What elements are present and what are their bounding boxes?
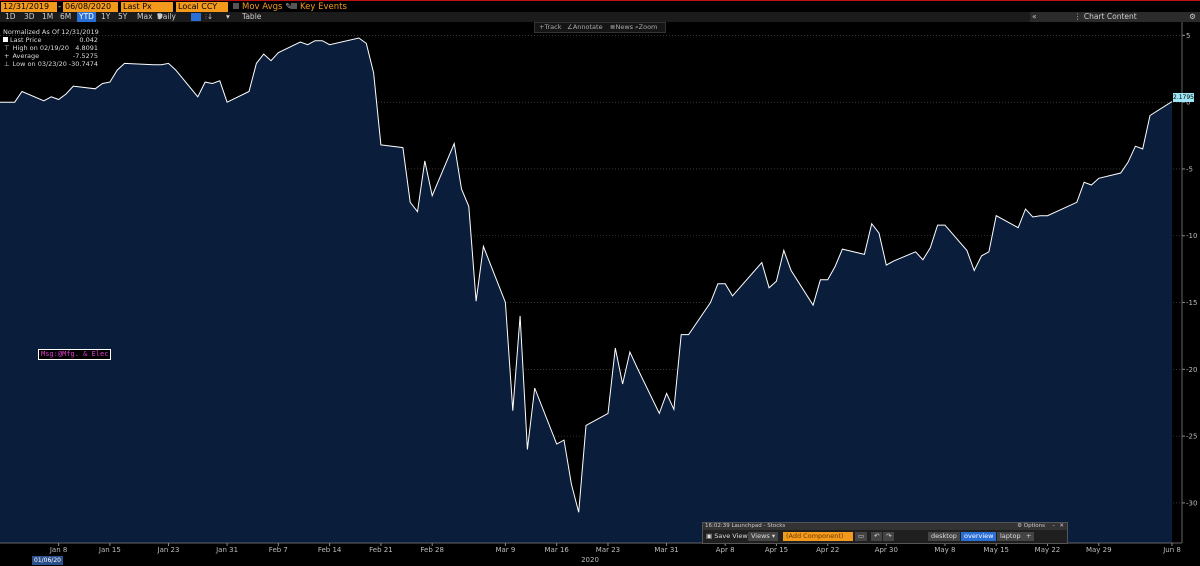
x-tick-label: Jan 15 [98, 546, 121, 554]
track-tool[interactable]: + Track [539, 23, 561, 32]
x-tick-label: May 22 [1035, 546, 1061, 554]
save-icon: ▣ [706, 532, 713, 540]
y-tick-label: -25 [1186, 433, 1197, 441]
area-fill [0, 38, 1172, 543]
normalized-note: Normalized As Of 12/31/2019 [3, 28, 99, 36]
annotate-tool[interactable]: ∠ Annotate [567, 23, 603, 32]
redo-icon[interactable]: ↷ [883, 532, 895, 541]
x-tick-label: Jun 8 [1162, 546, 1181, 554]
legend-average: + Average -7.5275 [3, 52, 98, 60]
tab-overview[interactable]: overview [961, 532, 997, 541]
launchpad-titlebar: 16:02:39 Launchpad - Stocks ⚙ Options – … [703, 523, 1067, 530]
launchpad-bar: 16:02:39 Launchpad - Stocks ⚙ Options – … [702, 522, 1068, 544]
views-label: Views [751, 532, 770, 540]
undo-icon[interactable]: ↶ [871, 532, 883, 541]
tab-laptop[interactable]: laptop [997, 532, 1024, 541]
x-tick-label: Mar 9 [495, 546, 515, 554]
y-tick-label: -30 [1186, 499, 1197, 507]
x-tick-label: Apr 22 [816, 546, 839, 554]
low-icon: ⊥ [4, 60, 10, 68]
x-axis: Jan 8 Jan 15 Jan 23 Jan 31 Feb 7 Feb 14 Feb 21… [0, 542, 1182, 564]
x-axis-year-label: 2020 [581, 556, 599, 564]
y-tick-label: 5 [1186, 32, 1190, 40]
legend-last-value: 0.042 [79, 36, 98, 44]
legend-low-value: -30.7474 [68, 60, 98, 68]
chart-legend: Normalized As Of 12/31/2019 Last Price 0.… [3, 28, 113, 68]
legend-high-value: 4.8091 [75, 44, 98, 52]
legend-high: ⊤ High on 02/19/20 4.8091 [3, 44, 98, 52]
x-tick-label: Mar 16 [545, 546, 570, 554]
y-tick-label: -20 [1186, 366, 1197, 374]
x-tick-label: Feb 7 [269, 546, 288, 554]
views-button[interactable]: Views ▾ [748, 532, 779, 541]
news-tool[interactable]: ≣ News [610, 23, 633, 32]
minimize-icon[interactable]: – [1052, 523, 1055, 530]
x-tick-label: Feb 21 [369, 546, 393, 554]
high-icon: ⊤ [4, 44, 10, 52]
x-tick-label: Jan 31 [215, 546, 238, 554]
save-view-button[interactable]: ▣ Save View [706, 532, 748, 541]
series-swatch [3, 37, 8, 42]
legend-last[interactable]: Last Price 0.042 [3, 36, 98, 44]
corner-date-badge: 01/06/20 [32, 556, 63, 565]
options-label: Options [1023, 523, 1045, 529]
x-tick-label: May 8 [934, 546, 955, 554]
y-tick-label: -15 [1186, 299, 1197, 307]
legend-low: ⊥ Low on 03/23/20 -30.7474 [3, 60, 98, 68]
chart-tools: + Track ∠ Annotate ≣ News ⌕ Zoom [534, 22, 666, 33]
zoom-tool[interactable]: ⌕ Zoom [635, 23, 657, 32]
options-button[interactable]: ⚙ Options [1017, 523, 1045, 530]
launchpad-title: 16:02:39 Launchpad - Stocks [705, 523, 786, 529]
track-label: Track [544, 23, 562, 31]
x-tick-label: May 15 [983, 546, 1009, 554]
x-tick-label: Feb 28 [420, 546, 444, 554]
legend-average-value: -7.5275 [72, 52, 98, 60]
y-tick-label: -10 [1186, 232, 1197, 240]
news-label: News [615, 23, 634, 31]
tab-desktop[interactable]: desktop [928, 532, 960, 541]
price-chart[interactable]: 50-5-10-15-20-25-30 Jan 8 Jan 15 Jan 23 Jan… [0, 0, 1200, 566]
x-tick-label: Mar 23 [596, 546, 620, 554]
y-tick-label: -5 [1186, 165, 1193, 173]
x-tick-label: Jan 23 [157, 546, 180, 554]
x-tick-label: Jan 8 [49, 546, 67, 554]
legend-high-label: High on 02/19/20 [12, 44, 70, 52]
average-icon: + [4, 52, 10, 60]
x-tick-label: Apr 30 [875, 546, 898, 554]
legend-last-label: Last Price [10, 36, 42, 44]
close-icon[interactable]: ✕ [1059, 523, 1064, 530]
add-component-input[interactable]: (Add Component) [783, 532, 853, 541]
x-tick-label: May 29 [1086, 546, 1112, 554]
zoom-label: Zoom [638, 23, 658, 31]
legend-low-label: Low on 03/23/20 [12, 60, 67, 68]
add-tab-icon[interactable]: + [1023, 532, 1035, 541]
annotate-label: Annotate [572, 23, 603, 31]
folder-icon[interactable]: ▭ [855, 532, 868, 541]
x-tick-label: Apr 15 [765, 546, 788, 554]
x-tick-label: Mar 31 [654, 546, 678, 554]
last-value-badge: 2.1795 [1173, 93, 1194, 102]
legend-average-label: Average [12, 52, 40, 60]
x-tick-label: Apr 8 [716, 546, 735, 554]
save-view-label: Save View [714, 532, 748, 540]
message-tag[interactable]: Msg:@Mfg. & Elec [38, 349, 112, 360]
x-tick-label: Feb 14 [318, 546, 342, 554]
